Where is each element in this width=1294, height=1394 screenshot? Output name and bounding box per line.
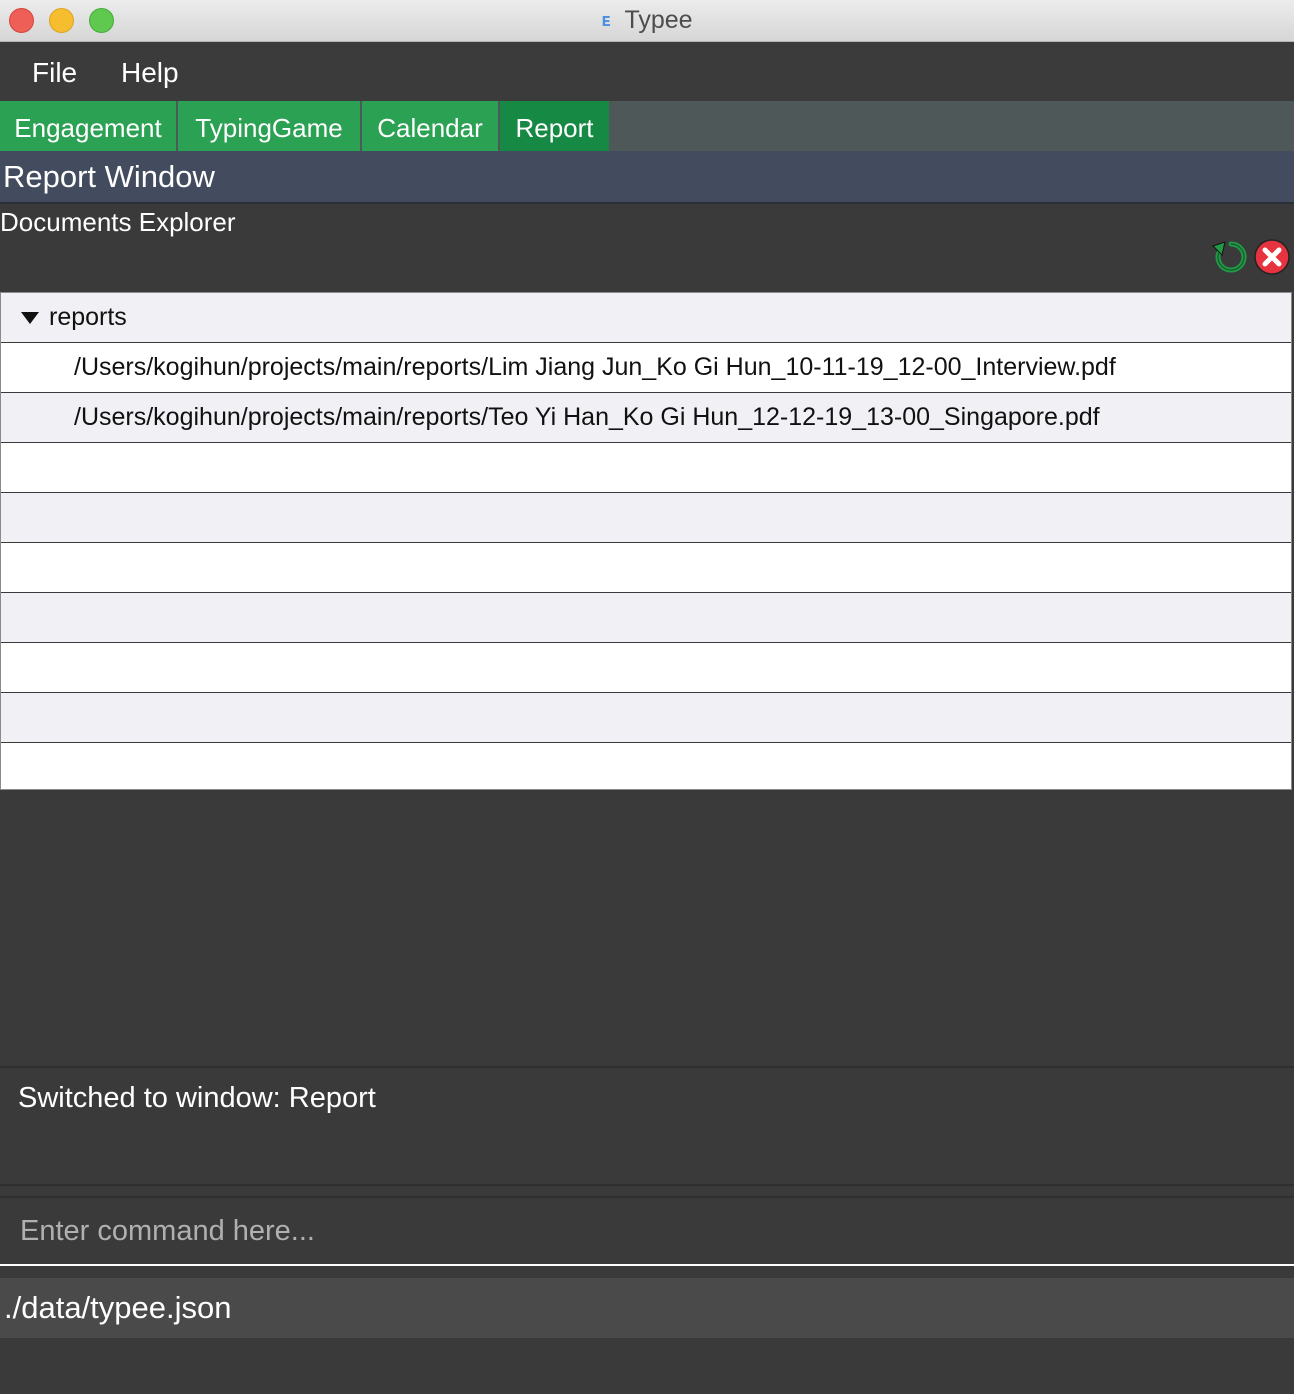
page-title: Report Window: [3, 159, 215, 194]
menu-bar: File Help: [0, 43, 1294, 101]
chevron-down-icon[interactable]: [21, 312, 39, 324]
explorer-title: Documents Explorer: [0, 207, 236, 237]
refresh-button[interactable]: [1212, 238, 1250, 276]
tab-bar: Engagement TypingGame Calendar Report: [0, 101, 1294, 151]
menu-file[interactable]: File: [32, 57, 77, 89]
tab-typinggame[interactable]: TypingGame: [178, 101, 360, 151]
tree-empty-row: [1, 493, 1291, 543]
tree-empty-row: [1, 543, 1291, 593]
bottom-area: [0, 1338, 1294, 1394]
tree-empty-row: [1, 643, 1291, 693]
documents-tree[interactable]: reports /Users/kogihun/projects/main/rep…: [0, 292, 1292, 790]
tab-engagement[interactable]: Engagement: [0, 101, 176, 151]
menu-help[interactable]: Help: [121, 57, 179, 89]
app-icon: ᴇ: [601, 10, 611, 30]
section-header: Report Window: [0, 151, 1294, 204]
window-title: ᴇ Typee: [0, 6, 1294, 35]
refresh-icon: [1212, 241, 1247, 273]
result-message: Switched to window: Report: [18, 1082, 376, 1114]
close-icon: [1254, 239, 1290, 275]
tree-folder-label: reports: [49, 303, 127, 331]
close-button[interactable]: [1253, 238, 1291, 276]
tree-file-label: /Users/kogihun/projects/main/reports/Teo…: [74, 403, 1100, 431]
status-bar: ./data/typee.json: [0, 1278, 1294, 1338]
result-display: Switched to window: Report: [0, 1066, 1294, 1186]
tree-empty-row: [1, 743, 1291, 789]
command-input[interactable]: [0, 1198, 1294, 1264]
tree-empty-row: [1, 593, 1291, 643]
tree-file-label: /Users/kogihun/projects/main/reports/Lim…: [74, 353, 1116, 381]
tree-folder-reports[interactable]: reports: [1, 293, 1291, 343]
tree-empty-row: [1, 443, 1291, 493]
tree-file-item[interactable]: /Users/kogihun/projects/main/reports/Lim…: [1, 343, 1291, 393]
tree-empty-row: [1, 693, 1291, 743]
tab-report[interactable]: Report: [500, 101, 609, 151]
window-title-text: Typee: [624, 6, 693, 34]
command-box: [0, 1196, 1294, 1266]
status-file-path: ./data/typee.json: [4, 1290, 232, 1325]
tab-calendar[interactable]: Calendar: [362, 101, 498, 151]
title-bar: ᴇ Typee: [0, 0, 1294, 42]
tree-file-item[interactable]: /Users/kogihun/projects/main/reports/Teo…: [1, 393, 1291, 443]
